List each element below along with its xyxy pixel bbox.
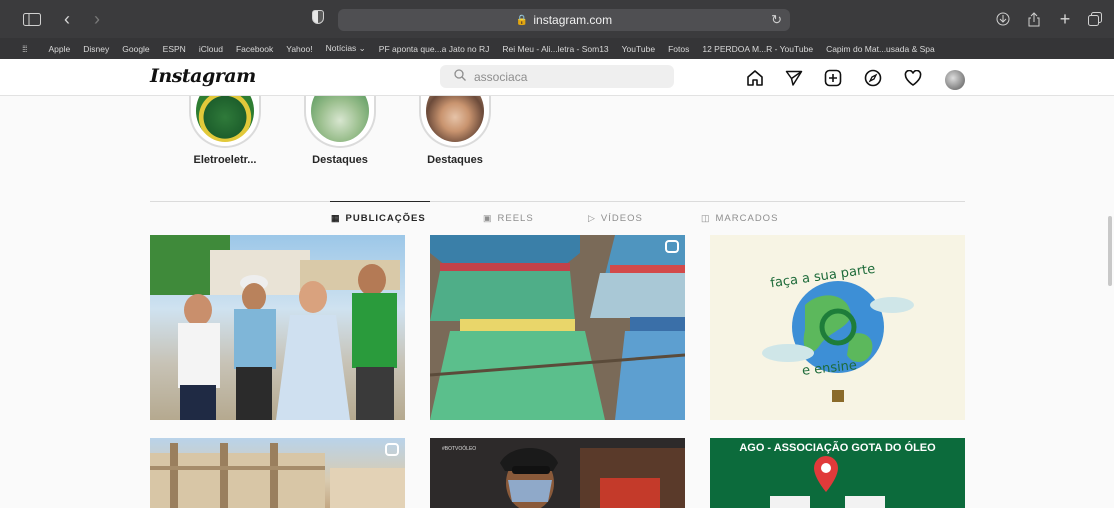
- tagged-icon: ◫: [701, 213, 711, 223]
- location-pin-icon: [770, 456, 885, 508]
- highlight-label: Eletroeletr...: [193, 154, 257, 166]
- download-icon[interactable]: [994, 11, 1012, 27]
- active-tab-indicator: [330, 201, 430, 202]
- post-thumbnail[interactable]: [150, 235, 405, 420]
- activity-heart-icon[interactable]: [902, 67, 924, 89]
- post-image: [150, 235, 400, 420]
- post-image: [762, 281, 914, 402]
- browser-toolbar: ‹ › 🔒 instagram.com ↻ +: [0, 0, 1114, 38]
- reels-badge-icon: [385, 443, 399, 456]
- bookmark-item[interactable]: Disney: [83, 44, 109, 54]
- highlight-image: [426, 96, 484, 142]
- highlight-cover: [419, 96, 491, 148]
- reels-badge-icon: [665, 240, 679, 253]
- bookmark-item[interactable]: 12 PERDOA M...R - YouTube: [702, 44, 813, 54]
- home-icon[interactable]: [744, 67, 766, 89]
- tab-label: PUBLICAÇÕES: [345, 213, 426, 224]
- address-bar[interactable]: 🔒 instagram.com ↻: [338, 9, 790, 31]
- play-icon: ▷: [588, 213, 596, 223]
- bookmark-item[interactable]: Apple: [49, 44, 71, 54]
- tab-publicacoes[interactable]: ▦ PUBLICAÇÕES: [331, 213, 426, 224]
- bookmark-item[interactable]: Notícias ⌄: [326, 43, 366, 54]
- profile-content: Eletroeletr... Destaques Destaques ▦ PUB…: [0, 96, 1114, 508]
- highlight-image: [196, 96, 254, 142]
- post-thumbnail[interactable]: [430, 235, 685, 420]
- bookmark-item[interactable]: Google: [122, 44, 149, 54]
- bookmark-item[interactable]: Facebook: [236, 44, 273, 54]
- tab-label: REELS: [497, 213, 534, 224]
- bookmark-item[interactable]: YouTube: [622, 44, 655, 54]
- profile-avatar[interactable]: [945, 70, 965, 90]
- highlight-image: [311, 96, 369, 142]
- tab-label: VÍDEOS: [600, 213, 643, 224]
- bookmark-item[interactable]: PF aponta que...a Jato no RJ: [379, 44, 490, 54]
- post-hashtag: #BOTVOÓLEO: [442, 446, 477, 452]
- highlight-item[interactable]: Destaques: [410, 96, 500, 166]
- sidebar-icon[interactable]: [22, 11, 42, 27]
- highlight-label: Destaques: [427, 154, 483, 166]
- bookmark-item[interactable]: Capim do Mat...usada & Spa: [826, 44, 935, 54]
- bookmark-item[interactable]: Rei Meu - Ali...letra - Som13: [502, 44, 608, 54]
- search-icon: [454, 69, 466, 84]
- bookmark-item[interactable]: iCloud: [199, 44, 223, 54]
- tab-videos[interactable]: ▷ VÍDEOS: [588, 213, 643, 224]
- new-post-icon[interactable]: [822, 67, 844, 89]
- tab-label: MARCADOS: [715, 213, 779, 224]
- address-text: instagram.com: [533, 13, 613, 27]
- privacy-shield-icon[interactable]: [312, 10, 324, 24]
- scrollbar[interactable]: [1108, 216, 1112, 286]
- post-thumbnail[interactable]: [150, 438, 405, 508]
- bookmarks-bar: ⁞⁞⁞ Apple Disney Google ESPN iCloud Face…: [0, 38, 1114, 59]
- tabs-divider: [150, 201, 965, 202]
- bookmark-item[interactable]: Fotos: [668, 44, 689, 54]
- grid-icon: ▦: [331, 213, 341, 223]
- highlight-cover: [189, 96, 261, 148]
- bookmark-item[interactable]: ESPN: [163, 44, 186, 54]
- post-image: [150, 443, 405, 508]
- direct-messages-icon[interactable]: [783, 67, 805, 89]
- highlight-cover: [304, 96, 376, 148]
- highlight-label: Destaques: [312, 154, 368, 166]
- explore-icon[interactable]: [862, 67, 884, 89]
- highlight-item[interactable]: Eletroeletr...: [180, 96, 270, 166]
- bookmark-item[interactable]: Yahoo!: [286, 44, 312, 54]
- forward-icon[interactable]: ›: [90, 9, 104, 29]
- instagram-logo[interactable]: Instagram: [150, 65, 256, 87]
- highlight-item[interactable]: Destaques: [295, 96, 385, 166]
- back-icon[interactable]: ‹: [60, 9, 74, 29]
- tab-reels[interactable]: ▣ REELS: [483, 213, 534, 224]
- favorites-grid-icon[interactable]: ⁞⁞⁞: [22, 44, 27, 54]
- post-thumbnail[interactable]: AGO - ASSOCIAÇÃO GOTA DO ÓLEO: [710, 438, 965, 508]
- tabs-overview-icon[interactable]: [1086, 11, 1104, 27]
- reels-icon: ▣: [483, 213, 493, 223]
- post-image: [430, 235, 685, 420]
- new-tab-icon[interactable]: +: [1056, 9, 1074, 29]
- post-thumbnail[interactable]: #BOTVOÓLEO: [430, 438, 685, 508]
- search-input[interactable]: associaca: [440, 65, 674, 88]
- tab-marcados[interactable]: ◫ MARCADOS: [701, 213, 778, 224]
- post-thumbnail[interactable]: faça a sua parte e ensine: [710, 235, 965, 420]
- share-icon[interactable]: [1025, 11, 1043, 27]
- search-value: associaca: [474, 69, 528, 84]
- reload-icon[interactable]: ↻: [771, 12, 782, 28]
- lock-icon: 🔒: [515, 14, 529, 26]
- instagram-header: Instagram associaca: [0, 59, 1114, 96]
